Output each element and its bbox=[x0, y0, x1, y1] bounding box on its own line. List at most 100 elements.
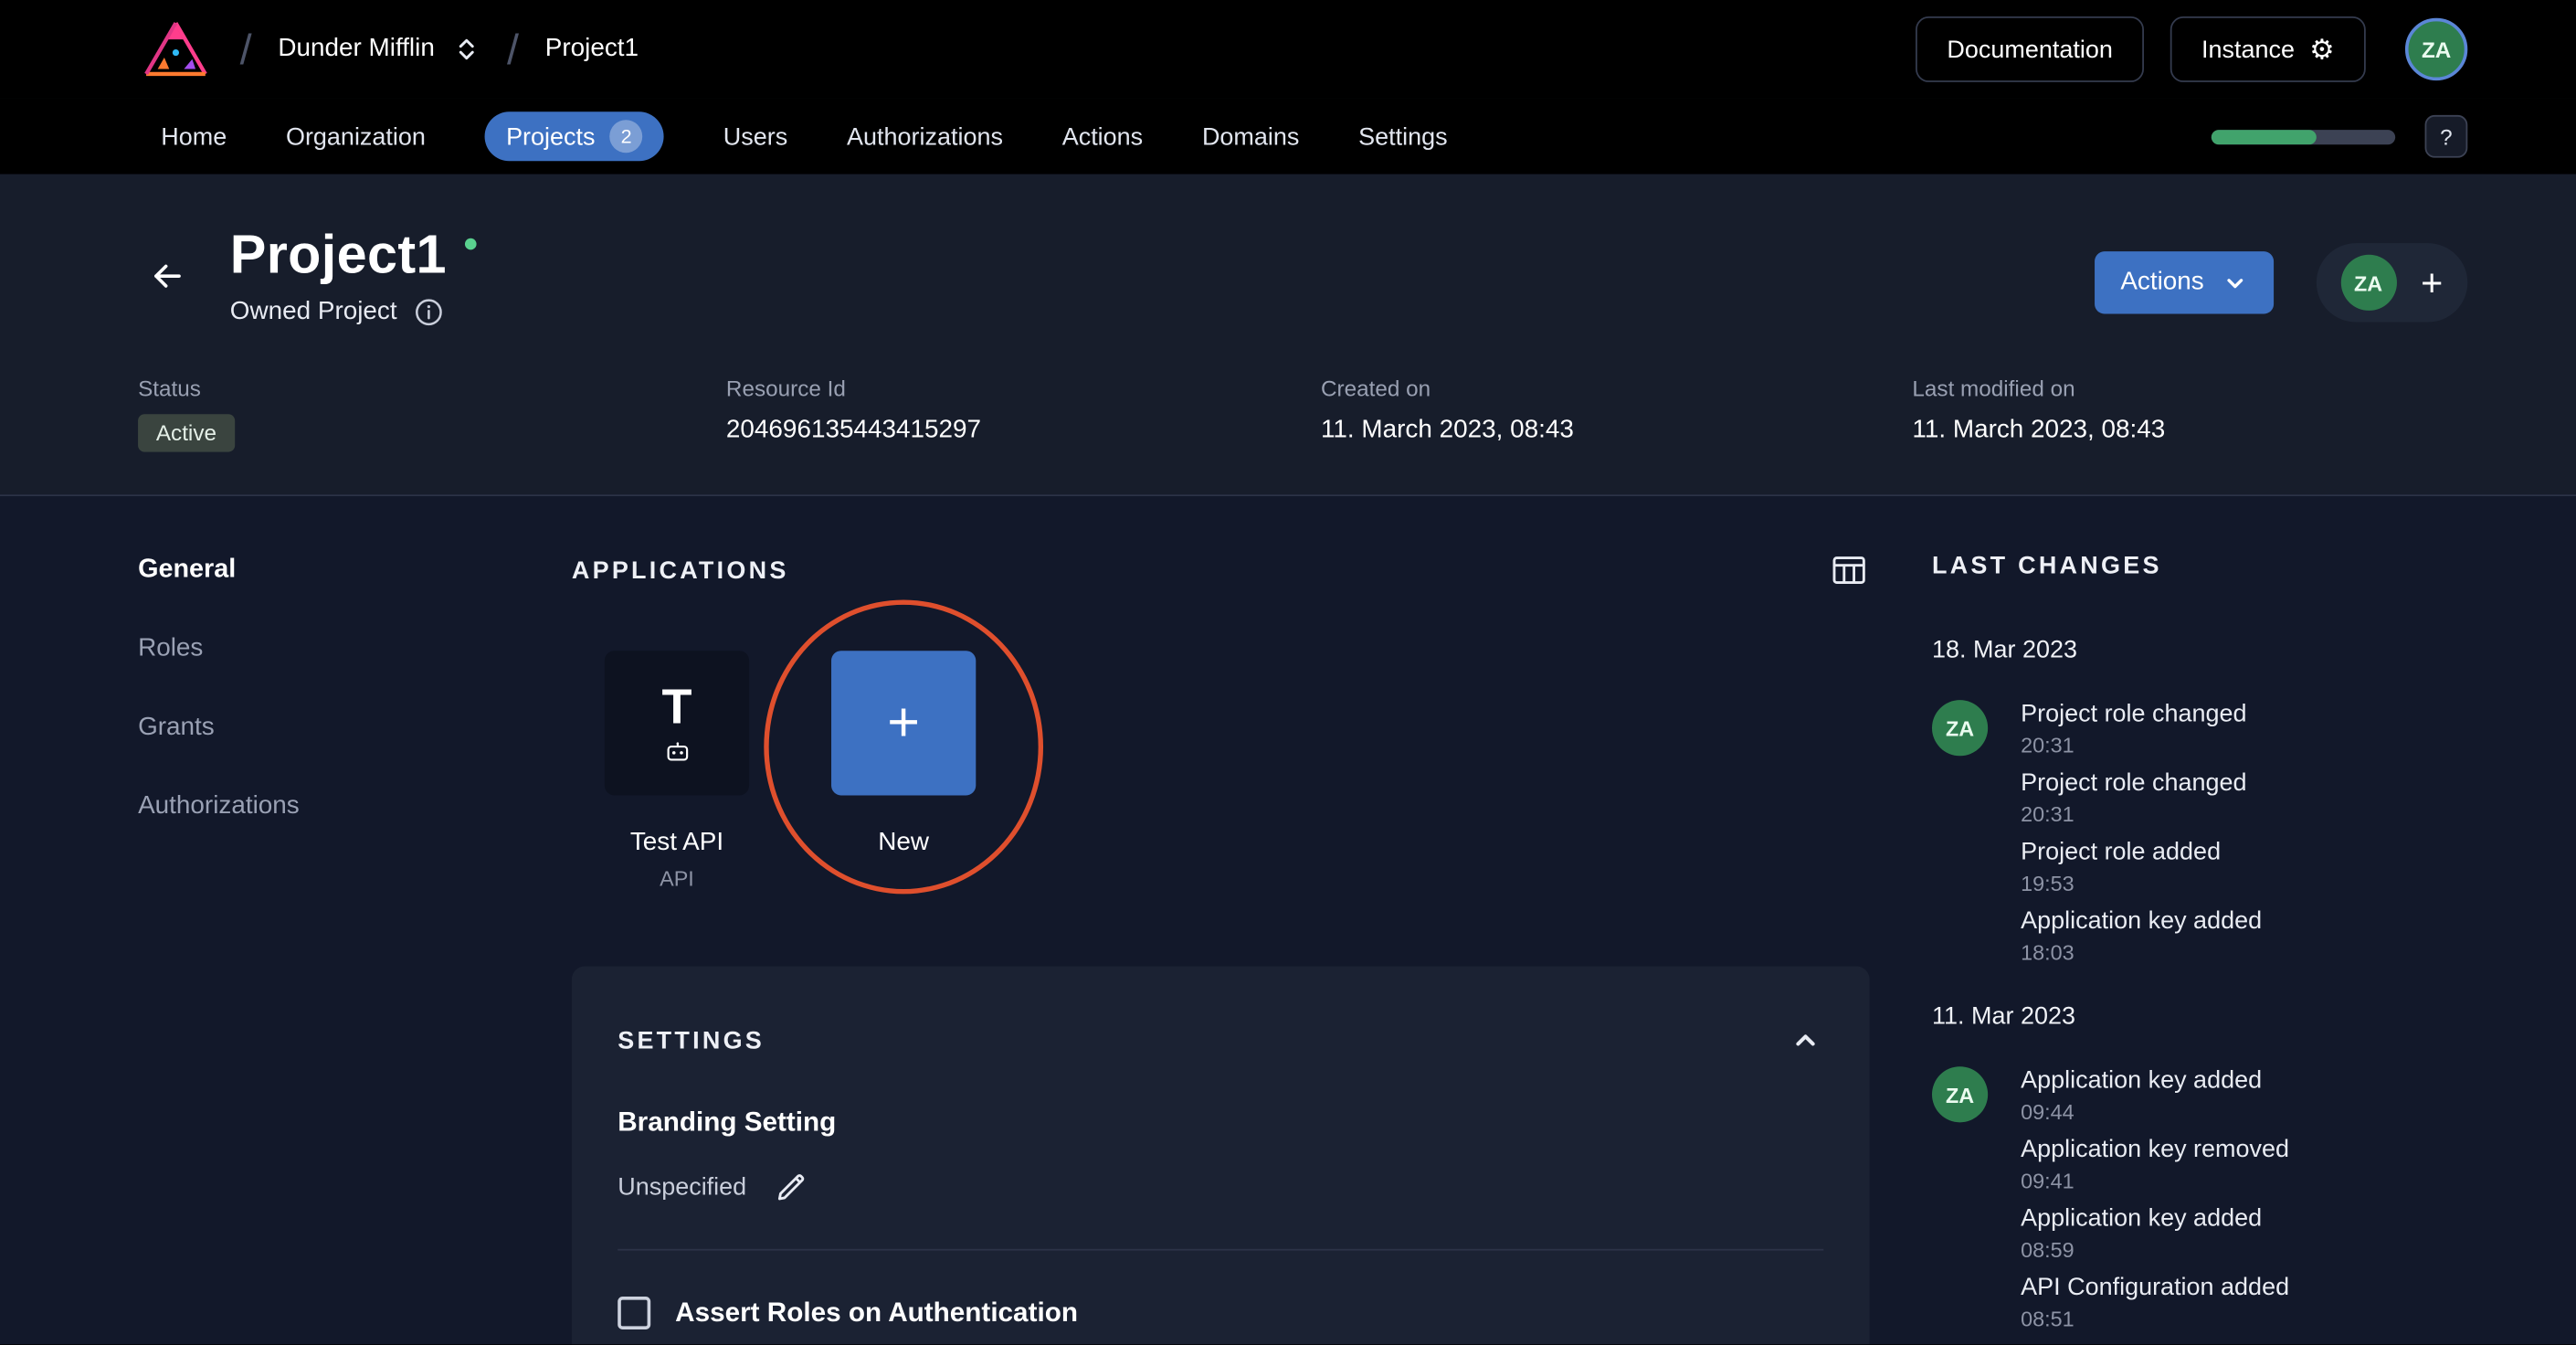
settings-heading: SETTINGS bbox=[618, 1026, 765, 1054]
change-event-title: Project role changed bbox=[2021, 700, 2247, 728]
actions-button-label: Actions bbox=[2120, 268, 2204, 296]
nav-tab-users[interactable]: Users bbox=[723, 122, 787, 151]
application-name: Test API bbox=[629, 828, 724, 857]
project-header-actions: Actions ZA + bbox=[2094, 243, 2468, 323]
topbar: / Dunder Mifflin / Project1 Documentatio… bbox=[0, 0, 2576, 99]
help-button[interactable]: ? bbox=[2424, 114, 2468, 158]
chevron-down-icon bbox=[2226, 278, 2243, 288]
arrow-left-icon bbox=[154, 264, 181, 288]
app-window: / Dunder Mifflin / Project1 Documentatio… bbox=[0, 0, 2576, 1345]
meta-resource-id: Resource Id 204696135443415297 bbox=[726, 376, 1321, 452]
project-sidebar: General Roles Grants Authorizations bbox=[138, 552, 572, 871]
title-block: Project1 Owned Project bbox=[229, 223, 477, 327]
nav-tab-projects[interactable]: Projects 2 bbox=[484, 111, 665, 162]
new-application-card[interactable]: + New bbox=[825, 651, 983, 858]
unfold-more-icon bbox=[459, 38, 473, 60]
pencil-icon bbox=[778, 1174, 805, 1201]
page-title: Project1 bbox=[229, 223, 447, 285]
change-event[interactable]: Application key added 09:44 bbox=[2021, 1066, 2457, 1124]
applications-heading: APPLICATIONS bbox=[571, 556, 789, 585]
nav-tab-home[interactable]: Home bbox=[161, 122, 227, 151]
table-view-toggle[interactable] bbox=[1829, 552, 1870, 588]
change-group: ZA Application key added 09:44 Applicati… bbox=[1931, 1066, 2458, 1342]
change-event[interactable]: Application key added 18:03 bbox=[2021, 907, 2457, 965]
application-card-test-api[interactable]: T Test API API bbox=[598, 651, 756, 891]
nav-tab-actions[interactable]: Actions bbox=[1062, 122, 1143, 151]
sidebar-item-grants[interactable]: Grants bbox=[138, 714, 572, 743]
active-status-dot bbox=[464, 237, 477, 249]
resource-id-value: 204696135443415297 bbox=[725, 416, 981, 444]
sidebar-item-authorizations[interactable]: Authorizations bbox=[138, 792, 572, 821]
back-button[interactable] bbox=[138, 247, 197, 311]
status-badge: Active bbox=[138, 414, 235, 452]
change-event[interactable]: Application key added 08:59 bbox=[2021, 1204, 2457, 1262]
change-event-time: 08:59 bbox=[2021, 1237, 2075, 1263]
change-event-title: Application key removed bbox=[2021, 1135, 2290, 1164]
sidebar-item-general[interactable]: General bbox=[138, 556, 572, 585]
change-event-time: 18:03 bbox=[2021, 939, 2075, 965]
change-event-time: 19:53 bbox=[2021, 871, 2075, 896]
change-event[interactable]: Application key removed 09:41 bbox=[2021, 1136, 2457, 1193]
breadcrumb-separator: / bbox=[506, 24, 519, 74]
documentation-button[interactable]: Documentation bbox=[1916, 16, 2145, 82]
usage-progress-bar bbox=[2211, 129, 2396, 144]
change-event-time: 09:44 bbox=[2021, 1099, 2075, 1125]
assert-roles-label: Assert Roles on Authentication bbox=[675, 1297, 1078, 1328]
project-header: Project1 Owned Project Actions ZA + Stat… bbox=[0, 174, 2576, 497]
info-icon[interactable] bbox=[414, 298, 443, 327]
modified-on-value: 11. March 2023, 08:43 bbox=[1912, 416, 2166, 444]
user-avatar[interactable]: ZA bbox=[2404, 17, 2468, 81]
new-application-tile[interactable]: + bbox=[831, 651, 977, 796]
new-application-label: New bbox=[878, 828, 930, 857]
sidebar-item-roles[interactable]: Roles bbox=[138, 634, 572, 663]
content-area: General Roles Grants Authorizations APPL… bbox=[0, 496, 2576, 1345]
plus-icon: + bbox=[887, 692, 921, 755]
settings-card: SETTINGS Branding Setting Unspecified As… bbox=[571, 966, 1870, 1345]
change-event-time: 20:31 bbox=[2021, 801, 2075, 827]
meta-modified: Last modified on 11. March 2023, 08:43 bbox=[1912, 376, 2467, 452]
change-avatar: ZA bbox=[1931, 700, 1989, 757]
actions-button[interactable]: Actions bbox=[2094, 251, 2274, 314]
gear-icon: ⚙ bbox=[2309, 33, 2335, 66]
app-logo-icon[interactable] bbox=[138, 15, 214, 84]
change-event[interactable]: Project role changed 20:31 bbox=[2021, 769, 2457, 827]
applications-grid: T Test API API + New bbox=[572, 599, 1870, 895]
change-event-time: 08:51 bbox=[2021, 1306, 2075, 1331]
change-event-time: 09:41 bbox=[2021, 1168, 2075, 1193]
main-nav: Home Organization Projects 2 Users Autho… bbox=[0, 98, 2576, 175]
main-panel: APPLICATIONS T Test API API + New SETTIN… bbox=[571, 552, 1870, 1345]
edit-branding-button[interactable] bbox=[773, 1169, 810, 1206]
modified-on-label: Last modified on bbox=[1912, 376, 2075, 401]
nav-right: ? bbox=[2211, 114, 2468, 158]
settings-divider bbox=[618, 1248, 1824, 1251]
topbar-actions: Documentation Instance ⚙ ZA bbox=[1916, 16, 2468, 82]
collapse-settings-button[interactable] bbox=[1788, 1022, 1824, 1059]
nav-tab-settings[interactable]: Settings bbox=[1358, 122, 1447, 151]
usage-progress-fill bbox=[2211, 129, 2317, 144]
resource-id-label: Resource Id bbox=[725, 376, 846, 401]
breadcrumb-project[interactable]: Project1 bbox=[545, 35, 639, 64]
nav-tab-domains[interactable]: Domains bbox=[1202, 122, 1299, 151]
change-event-title: Application key added bbox=[2021, 906, 2263, 936]
table-icon bbox=[1832, 556, 1865, 584]
nav-tab-authorizations[interactable]: Authorizations bbox=[847, 122, 1003, 151]
last-changes-heading: LAST CHANGES bbox=[1931, 552, 2162, 580]
instance-button[interactable]: Instance ⚙ bbox=[2170, 16, 2366, 82]
change-avatar: ZA bbox=[1931, 1066, 1989, 1123]
add-member-button[interactable]: + bbox=[2421, 263, 2443, 302]
change-event[interactable]: Project role changed 20:31 bbox=[2021, 700, 2457, 757]
change-event[interactable]: API Configuration added 08:51 bbox=[2021, 1274, 2457, 1331]
nav-tab-projects-label: Projects bbox=[506, 122, 596, 151]
breadcrumb-separator: / bbox=[239, 24, 252, 74]
org-switcher[interactable]: Dunder Mifflin bbox=[278, 35, 480, 64]
project-members[interactable]: ZA + bbox=[2316, 243, 2468, 323]
last-changes-panel: LAST CHANGES 18. Mar 2023 ZA Project rol… bbox=[1931, 552, 2458, 1342]
application-type: API bbox=[660, 865, 694, 891]
nav-tab-organization[interactable]: Organization bbox=[286, 122, 426, 151]
change-event-title: API Configuration added bbox=[2021, 1273, 2290, 1302]
change-event[interactable]: Project role added 19:53 bbox=[2021, 838, 2457, 895]
instance-button-label: Instance bbox=[2201, 35, 2296, 64]
branding-setting-value: Unspecified bbox=[618, 1173, 747, 1202]
assert-roles-checkbox[interactable] bbox=[618, 1296, 651, 1329]
member-avatar[interactable]: ZA bbox=[2340, 254, 2397, 311]
